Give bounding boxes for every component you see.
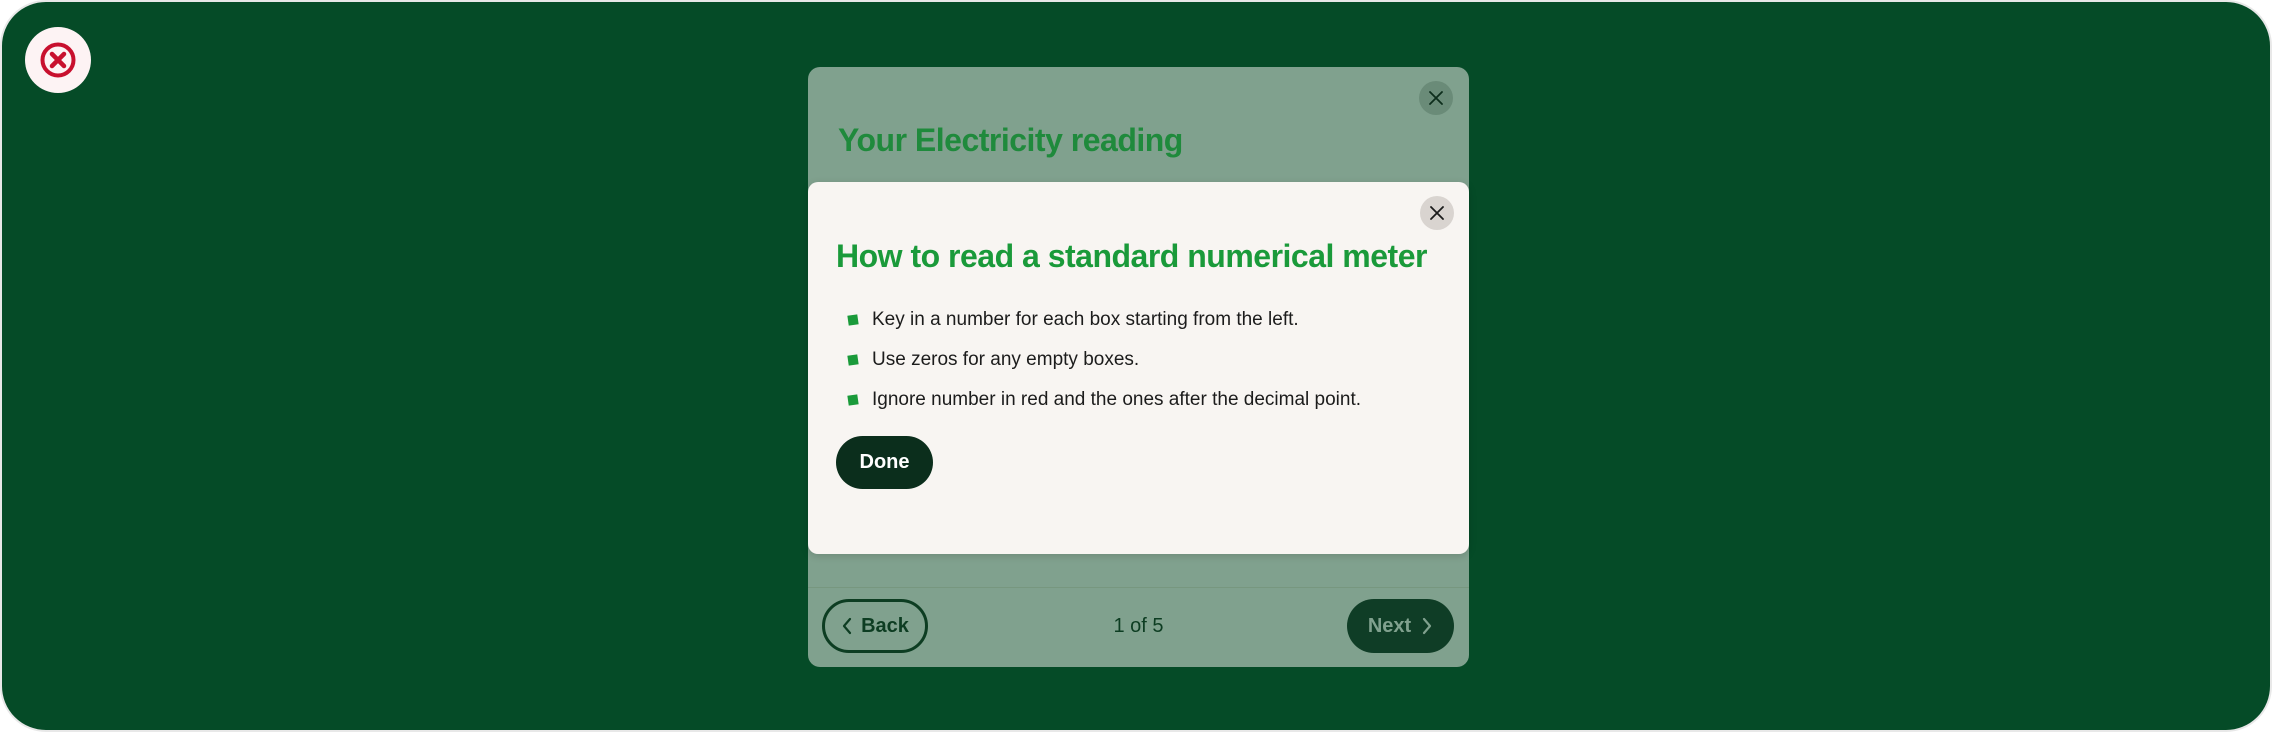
help-step-text: Key in a number for each box starting fr… — [872, 309, 1299, 330]
app-screen: Your Electricity reading Back 1 of 5 Nex… — [0, 0, 2272, 732]
help-close-button[interactable] — [1420, 196, 1454, 230]
square-bullet-icon — [847, 394, 859, 406]
close-icon — [1429, 91, 1443, 105]
list-item: Ignore number in red and the ones after … — [847, 380, 1362, 420]
list-item: Key in a number for each box starting fr… — [847, 300, 1361, 340]
footer-divider — [808, 587, 1469, 588]
square-bullet-icon — [847, 314, 859, 326]
meter-help-dialog: How to read a standard numerical meter K… — [808, 182, 1469, 554]
reading-close-button[interactable] — [1419, 81, 1453, 115]
next-button[interactable]: Next — [1347, 599, 1454, 653]
circle-x-icon — [40, 42, 76, 78]
square-bullet-icon — [847, 354, 859, 366]
next-button-label: Next — [1367, 614, 1412, 637]
chevron-right-icon — [1423, 617, 1432, 635]
reading-title: Your Electricity reading — [838, 122, 1183, 158]
close-icon — [1430, 206, 1444, 220]
help-step-text: Ignore number in red and the ones after … — [872, 389, 1362, 410]
help-step-text: Use zeros for any empty boxes. — [872, 349, 1140, 370]
help-steps-list: Key in a number for each box starting fr… — [847, 300, 1362, 420]
list-item: Use zeros for any empty boxes. — [847, 340, 1361, 380]
help-title: How to read a standard numerical meter — [836, 238, 1427, 274]
app-close-button[interactable] — [25, 27, 91, 93]
done-button[interactable]: Done — [836, 436, 933, 489]
